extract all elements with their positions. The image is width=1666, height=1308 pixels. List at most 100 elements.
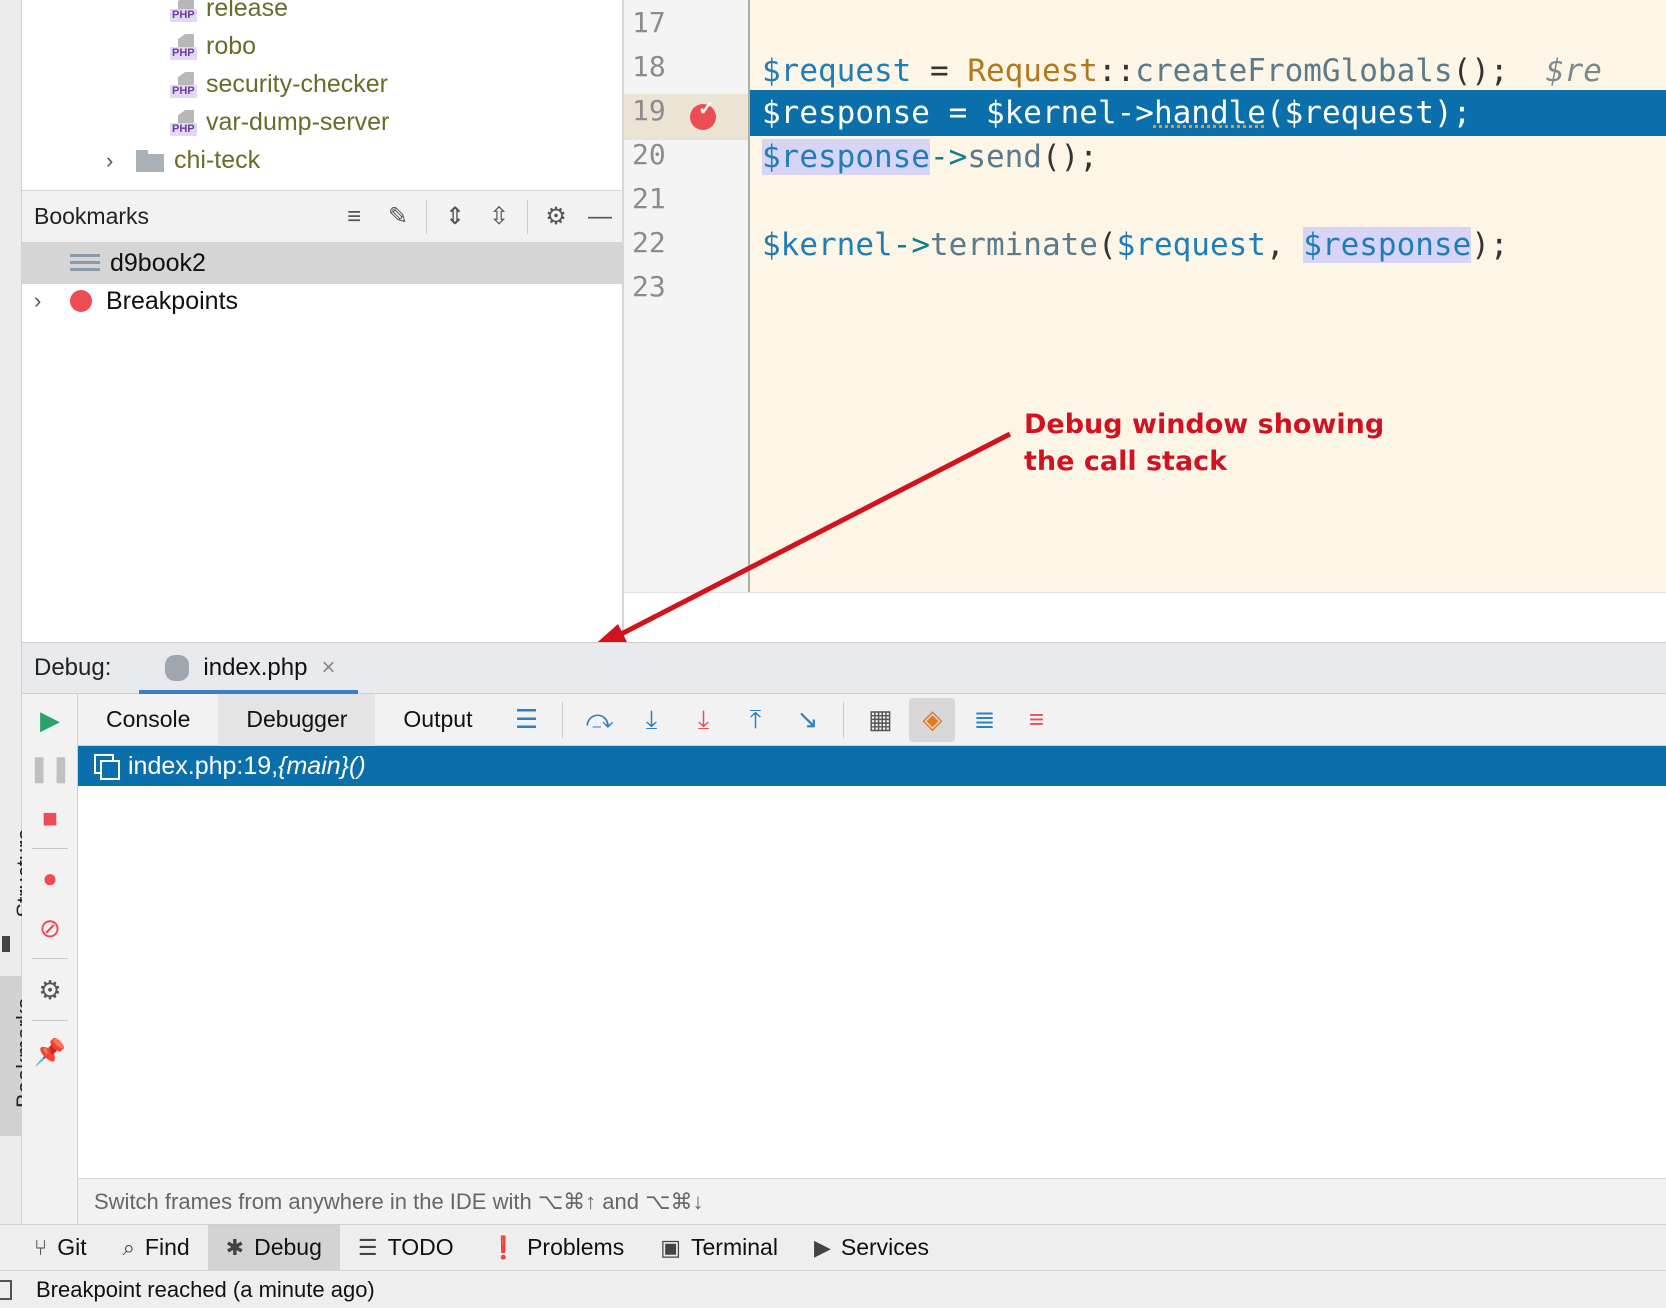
status-toggle-icon[interactable] <box>0 1279 12 1300</box>
tree-item-release[interactable]: PHP release <box>170 0 288 23</box>
minimize-icon[interactable]: — <box>578 197 622 237</box>
stop-icon[interactable]: ■ <box>32 800 68 836</box>
code-line-22[interactable]: $kernel -> terminate($request, $response); <box>750 222 1666 268</box>
line-number: 21 <box>632 182 666 215</box>
tab-debugger[interactable]: Debugger <box>218 693 376 746</box>
terminal-icon: ▣ <box>660 1234 682 1260</box>
status-text: Breakpoint reached (a minute ago) <box>36 1276 375 1302</box>
force-step-into-icon[interactable]: ⤓ <box>680 698 726 742</box>
annotation-callout: Debug window showing the call stack <box>1024 406 1384 480</box>
breakpoint-hit-icon[interactable] <box>690 96 716 130</box>
tree-item-label: security-checker <box>206 70 388 98</box>
run-to-cursor-icon[interactable]: ↘ <box>784 698 830 742</box>
frame-icon <box>94 754 120 780</box>
structure-icon <box>2 936 10 952</box>
add-watch-icon[interactable]: ≡ <box>1013 698 1059 742</box>
pause-icon[interactable]: ❚❚ <box>28 750 72 786</box>
php-file-icon: PHP <box>170 33 200 60</box>
debug-session-tab[interactable]: index.php × <box>139 642 358 694</box>
bottom-tab-label: Problems <box>527 1234 625 1260</box>
step-over-icon[interactable]: ⤼ <box>576 698 622 742</box>
gear-icon[interactable]: ⚙ <box>534 197 578 237</box>
tree-item-label: chi-teck <box>174 146 261 174</box>
close-icon[interactable]: × <box>321 654 335 682</box>
code-token: (); <box>1452 53 1509 89</box>
chevron-right-icon[interactable]: › <box>106 148 136 174</box>
debug-actions-bar: ▶ ❚❚ ■ ● ⊘ ⚙ 📌 <box>22 694 78 1232</box>
view-breakpoints-icon[interactable]: ● <box>32 860 68 896</box>
toolbar-separator <box>562 701 564 738</box>
bookmark-label: Breakpoints <box>106 286 239 315</box>
expand-all-icon[interactable]: ⇕ <box>433 197 477 237</box>
code-line-20[interactable]: $response -> send (); <box>750 134 1666 180</box>
debug-tab-label: index.php <box>203 654 308 681</box>
code-token: -> <box>929 139 968 175</box>
bottom-tab-label: Find <box>144 1234 190 1260</box>
tab-console[interactable]: Console <box>78 694 218 746</box>
bottom-tab-find[interactable]: ⌕ Find <box>105 1225 208 1271</box>
settings-icon[interactable]: ⚙ <box>32 972 68 1008</box>
class-filter-icon[interactable]: ◈ <box>909 697 956 742</box>
tree-item-label: var-dump-server <box>206 108 390 136</box>
step-out-icon[interactable]: ⤒ <box>732 698 778 742</box>
annotation-line: Debug window showing <box>1024 409 1385 440</box>
side-separator <box>32 848 68 849</box>
left-tool-strip: Structure Bookmarks <box>0 0 37 1232</box>
bottom-tab-terminal[interactable]: ▣ Terminal <box>642 1225 796 1271</box>
tree-item-security-checker[interactable]: PHP security-checker <box>170 70 388 99</box>
pin-icon[interactable]: 📌 <box>32 1034 68 1070</box>
line-number: 18 <box>632 50 666 83</box>
resume-icon[interactable]: ▶ <box>32 702 68 738</box>
bookmark-row-d9book2[interactable]: d9book2 <box>22 242 622 284</box>
edit-pencil-icon[interactable]: ✎ <box>376 197 420 237</box>
mute-breakpoints-icon[interactable]: ⊘ <box>32 910 68 946</box>
services-icon: ▶ <box>813 1234 831 1260</box>
folder-icon <box>136 149 166 172</box>
tree-item-chi-teck[interactable]: › chi-teck <box>106 146 260 175</box>
bookmark-list-icon <box>70 254 100 272</box>
numbered-list-icon[interactable]: ≣ <box>961 698 1007 742</box>
evaluate-icon[interactable]: ▦ <box>857 698 903 742</box>
chevron-right-icon[interactable]: › <box>34 288 64 314</box>
step-into-icon[interactable]: ⤓ <box>628 698 674 742</box>
bottom-tab-label: Debug <box>254 1234 322 1260</box>
search-icon: ⌕ <box>122 1234 135 1260</box>
code-token: createFromGlobals <box>1135 53 1453 89</box>
code-token: terminate <box>929 227 1098 263</box>
bottom-tab-problems[interactable]: ❗ Problems <box>472 1225 643 1271</box>
bottom-tab-services[interactable]: ▶ Services <box>796 1225 947 1271</box>
code-token: $request <box>1284 95 1434 131</box>
tab-output[interactable]: Output <box>375 694 500 746</box>
code-token: $kernel <box>762 227 893 263</box>
code-token: ( <box>1265 95 1285 131</box>
collapse-all-icon[interactable]: ⇳ <box>477 197 521 237</box>
code-line-19-execution-point[interactable]: $response = $kernel -> handle($request); <box>750 90 1666 136</box>
php-file-icon: PHP <box>170 0 200 22</box>
debug-tool-header: Debug: index.php × <box>22 642 1666 694</box>
tree-item-robo[interactable]: PHP robo <box>170 32 256 61</box>
debug-toolbar: Console Debugger Output ☰ ⤼ ⤓ ⤓ ⤒ ↘ ▦ ◈ … <box>78 693 1666 746</box>
breakpoint-icon <box>70 290 92 312</box>
stack-frame-row[interactable]: index.php:19, {main}() <box>78 746 1666 786</box>
code-token: ); <box>1471 227 1509 263</box>
status-bar: Breakpoint reached (a minute ago) <box>0 1270 1666 1308</box>
code-token: $response <box>762 139 930 175</box>
frame-function: {main}() <box>278 751 366 780</box>
code-token: -> <box>892 227 930 263</box>
bookmark-row-breakpoints[interactable]: › Breakpoints <box>22 280 622 322</box>
bottom-tab-debug[interactable]: ✱ Debug <box>207 1224 340 1271</box>
line-number: 20 <box>632 138 666 171</box>
php-file-icon: PHP <box>170 71 200 98</box>
bookmark-label: d9book2 <box>110 248 206 277</box>
code-token: = <box>929 95 986 131</box>
bottom-tab-todo[interactable]: ☰ TODO <box>340 1225 472 1271</box>
annotation-line: the call stack <box>1024 446 1228 477</box>
frames-hint: Switch frames from anywhere in the IDE w… <box>78 1178 1666 1224</box>
code-line-18[interactable]: $request = Request:: createFromGlobals ();… <box>750 48 1666 94</box>
tree-item-label: robo <box>206 32 257 60</box>
add-bookmark-list-icon[interactable]: ≡ <box>332 197 376 237</box>
frame-location: index.php:19, <box>128 751 279 780</box>
frames-icon[interactable]: ☰ <box>503 698 549 742</box>
tree-item-var-dump-server[interactable]: PHP var-dump-server <box>170 108 389 137</box>
bottom-tab-git[interactable]: ⑂ Git <box>16 1225 105 1271</box>
